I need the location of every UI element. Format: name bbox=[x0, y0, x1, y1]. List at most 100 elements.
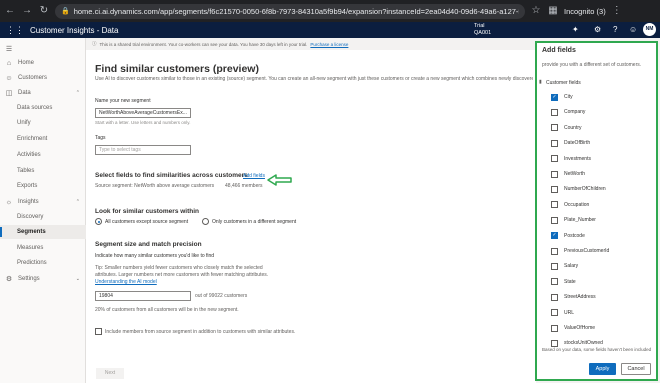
nav-label: Data sources bbox=[17, 105, 53, 111]
nav-label: Customers bbox=[18, 75, 48, 81]
help-icon[interactable]: ? bbox=[613, 25, 617, 34]
field-row-country[interactable]: Country bbox=[551, 122, 582, 134]
field-row-city[interactable]: ✓ City bbox=[551, 91, 573, 103]
field-label: PreviousCustomerId bbox=[564, 248, 610, 254]
nav-item-measures[interactable]: Measures bbox=[0, 241, 86, 255]
tags-label: Tags bbox=[95, 135, 106, 141]
include-members-checkbox[interactable] bbox=[95, 328, 102, 335]
forward-icon[interactable]: → bbox=[21, 5, 33, 17]
customer-count-input[interactable]: 19804 bbox=[95, 291, 191, 301]
nav-item-data-sources[interactable]: Data sources bbox=[0, 101, 86, 115]
field-row-state[interactable]: State bbox=[551, 276, 576, 288]
out-of-text: out of 99022 customers bbox=[195, 293, 248, 299]
segment-name-label: Name your new segment bbox=[95, 98, 151, 104]
nav-item-data[interactable]: ◫ Data ⌃ bbox=[0, 86, 86, 100]
address-bar[interactable]: 🔒 home.ci.ai.dynamics.com/app/segments/f… bbox=[55, 3, 525, 19]
field-row-dateofbirth[interactable]: DateOfBirth bbox=[551, 137, 590, 149]
nav-item-discovery[interactable]: Discovery bbox=[0, 210, 86, 224]
page-title: Find similar customers (preview) bbox=[95, 63, 259, 75]
nav-item-activities[interactable]: Activities bbox=[0, 148, 86, 162]
field-checkbox[interactable]: ✓ bbox=[551, 93, 558, 101]
group-collapse-icon[interactable]: ▮ bbox=[539, 79, 542, 85]
nav-item-settings[interactable]: ⚙ Settings ⌄ bbox=[0, 272, 86, 286]
nav-label: Discovery bbox=[17, 214, 44, 220]
radio-all-customers[interactable] bbox=[95, 218, 102, 225]
field-row-numberofchildren[interactable]: NumberOfChildren bbox=[551, 183, 606, 195]
gear-icon: ⚙ bbox=[5, 276, 13, 283]
nav-hamburger[interactable]: ☰ bbox=[0, 42, 86, 56]
field-checkbox[interactable] bbox=[551, 170, 558, 178]
field-row-investments[interactable]: Investments bbox=[551, 153, 591, 165]
field-row-previouscustomerid[interactable]: PreviousCustomerId bbox=[551, 245, 609, 257]
nav-item-enrichment[interactable]: Enrichment bbox=[0, 132, 86, 146]
field-row-occupation[interactable]: Occupation bbox=[551, 199, 589, 211]
field-checkbox[interactable] bbox=[551, 216, 558, 224]
nav-item-customers[interactable]: ☺ Customers bbox=[0, 71, 86, 85]
field-checkbox[interactable] bbox=[551, 139, 558, 147]
sparkle-icon[interactable]: ✦ bbox=[572, 25, 579, 34]
field-checkbox[interactable] bbox=[551, 309, 558, 317]
nav-item-insights[interactable]: ☼ Insights ⌃ bbox=[0, 195, 86, 209]
extensions-icon[interactable]: ▦ bbox=[547, 5, 559, 17]
field-row-url[interactable]: URL bbox=[551, 307, 574, 319]
nav-item-home[interactable]: ⌂ Home bbox=[0, 56, 86, 70]
add-fields-link[interactable]: Add fields bbox=[243, 173, 265, 179]
tags-input[interactable]: Type to select tags bbox=[95, 145, 191, 155]
field-row-networth[interactable]: NetWorth bbox=[551, 168, 585, 180]
gear-icon[interactable]: ⚙ bbox=[594, 25, 601, 34]
radio-different-segment[interactable] bbox=[202, 218, 209, 225]
apply-button[interactable]: Apply bbox=[589, 363, 616, 375]
nav-label: Home bbox=[18, 60, 35, 66]
field-row-salary[interactable]: Salary bbox=[551, 260, 578, 272]
field-checkbox[interactable] bbox=[551, 108, 558, 116]
next-button[interactable]: Next bbox=[96, 368, 124, 379]
lightbulb-icon: ☼ bbox=[5, 198, 13, 206]
app-title[interactable]: Customer Insights - Data bbox=[30, 26, 118, 35]
field-checkbox[interactable] bbox=[551, 324, 558, 332]
field-label: ValueOfHome bbox=[564, 325, 596, 331]
source-segment-text: Source segment: NetWorth above average c… bbox=[95, 183, 215, 189]
field-checkbox[interactable] bbox=[551, 247, 558, 255]
field-checkbox[interactable]: ✓ bbox=[551, 232, 558, 240]
back-icon[interactable]: ← bbox=[4, 5, 16, 17]
nav-item-segments[interactable]: Segments bbox=[0, 225, 86, 239]
field-row-valueofhome[interactable]: ValueOfHome bbox=[551, 322, 595, 334]
field-checkbox[interactable] bbox=[551, 124, 558, 132]
panel-footer-note: Based on your data, some fields haven't … bbox=[542, 347, 652, 352]
field-row-company[interactable]: Company bbox=[551, 106, 585, 118]
understand-ai-link[interactable]: Understanding the AI model bbox=[95, 279, 157, 285]
star-icon[interactable]: ☆ bbox=[530, 5, 542, 17]
trial-label: Trial bbox=[474, 23, 485, 29]
info-icon: ⓘ bbox=[92, 41, 97, 46]
purchase-license-link[interactable]: Purchase a license bbox=[310, 42, 348, 47]
segment-name-hint: Start with a letter. Use letters and num… bbox=[95, 120, 191, 125]
cancel-button[interactable]: Cancel bbox=[621, 363, 651, 375]
people-icon[interactable]: ☺ bbox=[629, 25, 637, 34]
field-checkbox[interactable] bbox=[551, 155, 558, 163]
nav-item-tables[interactable]: Tables bbox=[0, 164, 86, 178]
avatar[interactable]: NM bbox=[643, 23, 656, 36]
trial-banner: ⓘ This is a shared trial environment. Yo… bbox=[86, 38, 536, 50]
field-checkbox[interactable] bbox=[551, 185, 558, 193]
field-checkbox[interactable] bbox=[551, 293, 558, 301]
field-label: NumberOfChildren bbox=[564, 186, 606, 193]
nav-item-unify[interactable]: Unify bbox=[0, 116, 86, 130]
field-row-postcode[interactable]: ✓ Postcode bbox=[551, 230, 585, 242]
nav-item-predictions[interactable]: Predictions bbox=[0, 256, 86, 270]
field-checkbox[interactable] bbox=[551, 201, 558, 209]
field-checkbox[interactable] bbox=[551, 262, 558, 270]
field-row-streetaddress[interactable]: StreetAddress bbox=[551, 291, 596, 303]
incognito-label[interactable]: Incognito (3) bbox=[564, 7, 606, 16]
browser-toolbar: ← → ↻ 🔒 home.ci.ai.dynamics.com/app/segm… bbox=[0, 0, 660, 22]
field-label: Company bbox=[564, 109, 586, 116]
environment-picker[interactable]: Trial QA001 bbox=[474, 23, 491, 37]
banner-text: This is a shared trial environment. Your… bbox=[99, 41, 308, 47]
nav-item-exports[interactable]: Exports bbox=[0, 179, 86, 193]
field-row-plate_number[interactable]: Plate_Number bbox=[551, 214, 596, 226]
menu-icon[interactable]: ⋮ bbox=[611, 5, 623, 17]
field-checkbox[interactable] bbox=[551, 339, 558, 347]
reload-icon[interactable]: ↻ bbox=[38, 5, 50, 17]
segment-name-input[interactable]: NetWorthAboveAverageCustomersEx... bbox=[95, 108, 191, 118]
field-checkbox[interactable] bbox=[551, 278, 558, 286]
app-launcher-icon[interactable]: ⋮⋮ bbox=[6, 25, 24, 36]
